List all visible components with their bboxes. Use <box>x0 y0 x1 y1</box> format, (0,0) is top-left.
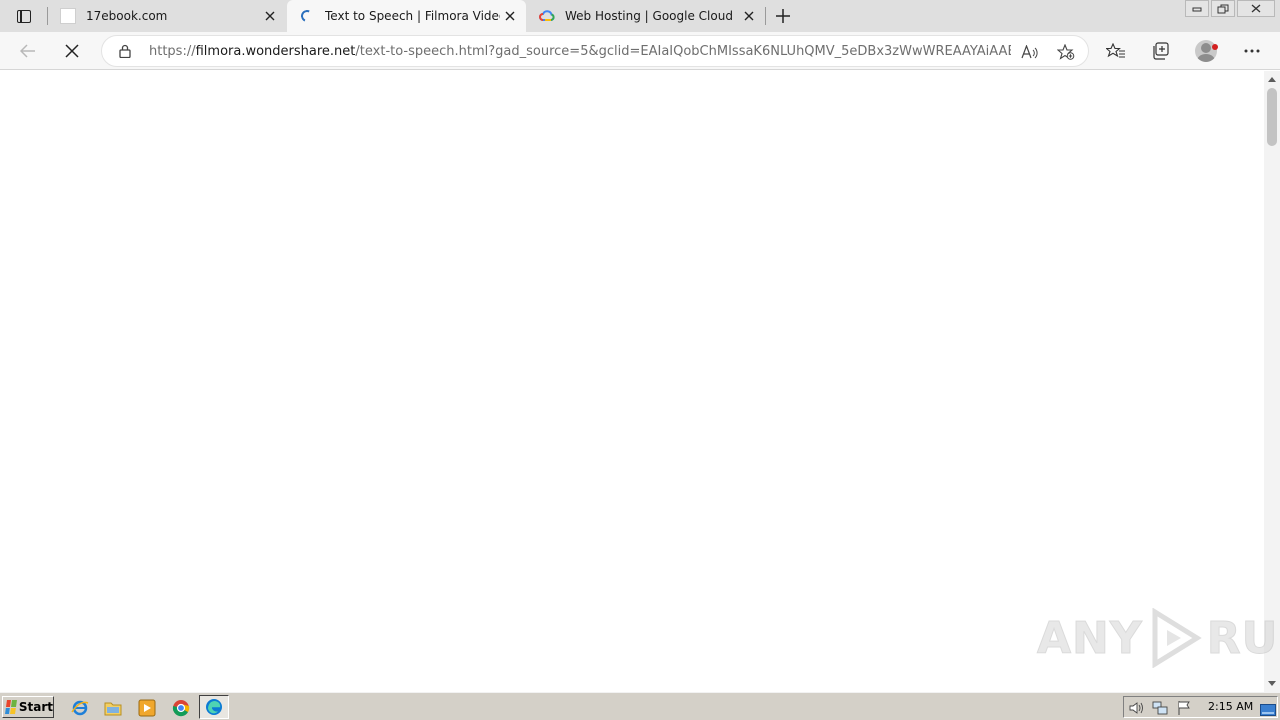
volume-icon[interactable] <box>1129 700 1145 716</box>
media-player-icon[interactable] <box>137 698 157 718</box>
action-center-flag-icon[interactable] <box>1176 700 1192 716</box>
tab-google-cloud[interactable]: Web Hosting | Google Cloud <box>527 0 765 32</box>
star-add-icon <box>1057 44 1075 60</box>
network-icon[interactable] <box>1152 700 1168 716</box>
taskbar-clock[interactable]: 2:15 AM <box>1208 700 1253 713</box>
tab-strip: 17ebook.com Text to Speech | Filmora Vid… <box>0 0 1280 32</box>
taskbar: Start 2:15 AM <box>0 692 1280 720</box>
tab-text-to-speech[interactable]: Text to Speech | Filmora Video Ed <box>287 0 526 32</box>
scrollbar-thumb[interactable] <box>1267 88 1277 146</box>
minimize-button[interactable] <box>1185 0 1209 17</box>
tab-divider <box>765 7 766 25</box>
close-window-button[interactable] <box>1237 0 1275 17</box>
internet-explorer-icon[interactable] <box>70 698 90 718</box>
add-favorite-button[interactable] <box>1055 42 1077 62</box>
restore-button[interactable] <box>1211 0 1235 17</box>
minimize-icon <box>1192 7 1202 11</box>
system-tray: 2:15 AM <box>1123 696 1278 718</box>
play-triangle-icon <box>1152 608 1202 668</box>
read-aloud-button[interactable] <box>1019 42 1041 62</box>
windows-logo-icon <box>5 700 17 714</box>
scroll-up-arrow[interactable] <box>1264 72 1280 86</box>
url-path: /text-to-speech.html?gad_source=5&gclid=… <box>355 44 1011 59</box>
browser-toolbar: https://filmora.wondershare.net/text-to-… <box>0 32 1280 70</box>
tab-title: Text to Speech | Filmora Video Ed <box>325 9 500 23</box>
plus-icon <box>776 9 790 23</box>
close-icon <box>1251 4 1261 13</box>
favorites-button[interactable] <box>1101 37 1131 65</box>
restore-icon <box>1217 4 1229 13</box>
back-button[interactable] <box>13 37 43 65</box>
settings-menu-button[interactable] <box>1237 37 1267 65</box>
window-controls <box>1183 0 1275 18</box>
tab-17ebook[interactable]: 17ebook.com <box>48 0 286 32</box>
blank-page-icon <box>60 8 76 24</box>
start-button[interactable]: Start <box>2 696 54 718</box>
close-icon <box>505 11 515 21</box>
url-host: filmora.wondershare.net <box>195 44 356 59</box>
more-icon <box>1244 49 1260 53</box>
url-text[interactable]: https://filmora.wondershare.net/text-to-… <box>149 44 1011 59</box>
close-icon <box>265 11 275 21</box>
collections-button[interactable] <box>1145 37 1175 65</box>
show-desktop-icon[interactable] <box>1260 701 1276 716</box>
tab-title: Web Hosting | Google Cloud <box>565 9 733 23</box>
collections-icon <box>1153 42 1169 60</box>
anyrun-watermark: ANY RUN <box>1037 608 1280 668</box>
url-prefix: https:// <box>149 44 196 59</box>
chrome-icon[interactable] <box>171 698 191 718</box>
loading-spinner-icon <box>299 8 315 24</box>
folder-icon[interactable] <box>103 698 123 718</box>
read-aloud-icon <box>1021 45 1038 59</box>
tab-close-button[interactable] <box>260 6 280 26</box>
close-icon <box>744 11 754 21</box>
stop-icon <box>65 44 79 58</box>
profile-notification-dot <box>1212 44 1218 50</box>
stop-loading-button[interactable] <box>57 37 87 65</box>
watermark-text-right: RUN <box>1206 612 1280 664</box>
start-label: Start <box>18 700 53 714</box>
scroll-down-arrow[interactable] <box>1264 676 1280 690</box>
tab-close-button[interactable] <box>739 6 759 26</box>
triangle-down-icon <box>1268 680 1276 686</box>
tab-actions-button[interactable] <box>10 5 38 27</box>
favorites-icon <box>1106 43 1125 58</box>
tab-actions-icon <box>17 9 31 23</box>
edge-icon[interactable] <box>199 695 229 719</box>
lock-icon[interactable] <box>118 44 132 58</box>
new-tab-button[interactable] <box>771 5 795 27</box>
vertical-scrollbar[interactable] <box>1264 71 1280 692</box>
triangle-up-icon <box>1268 76 1276 82</box>
google-cloud-icon <box>539 10 555 21</box>
tab-close-button[interactable] <box>500 6 520 26</box>
watermark-text-left: ANY <box>1037 612 1143 664</box>
tab-title: 17ebook.com <box>86 9 168 23</box>
address-bar[interactable]: https://filmora.wondershare.net/text-to-… <box>101 35 1089 67</box>
page-content-blank <box>0 71 1264 692</box>
arrow-left-icon <box>20 44 35 58</box>
